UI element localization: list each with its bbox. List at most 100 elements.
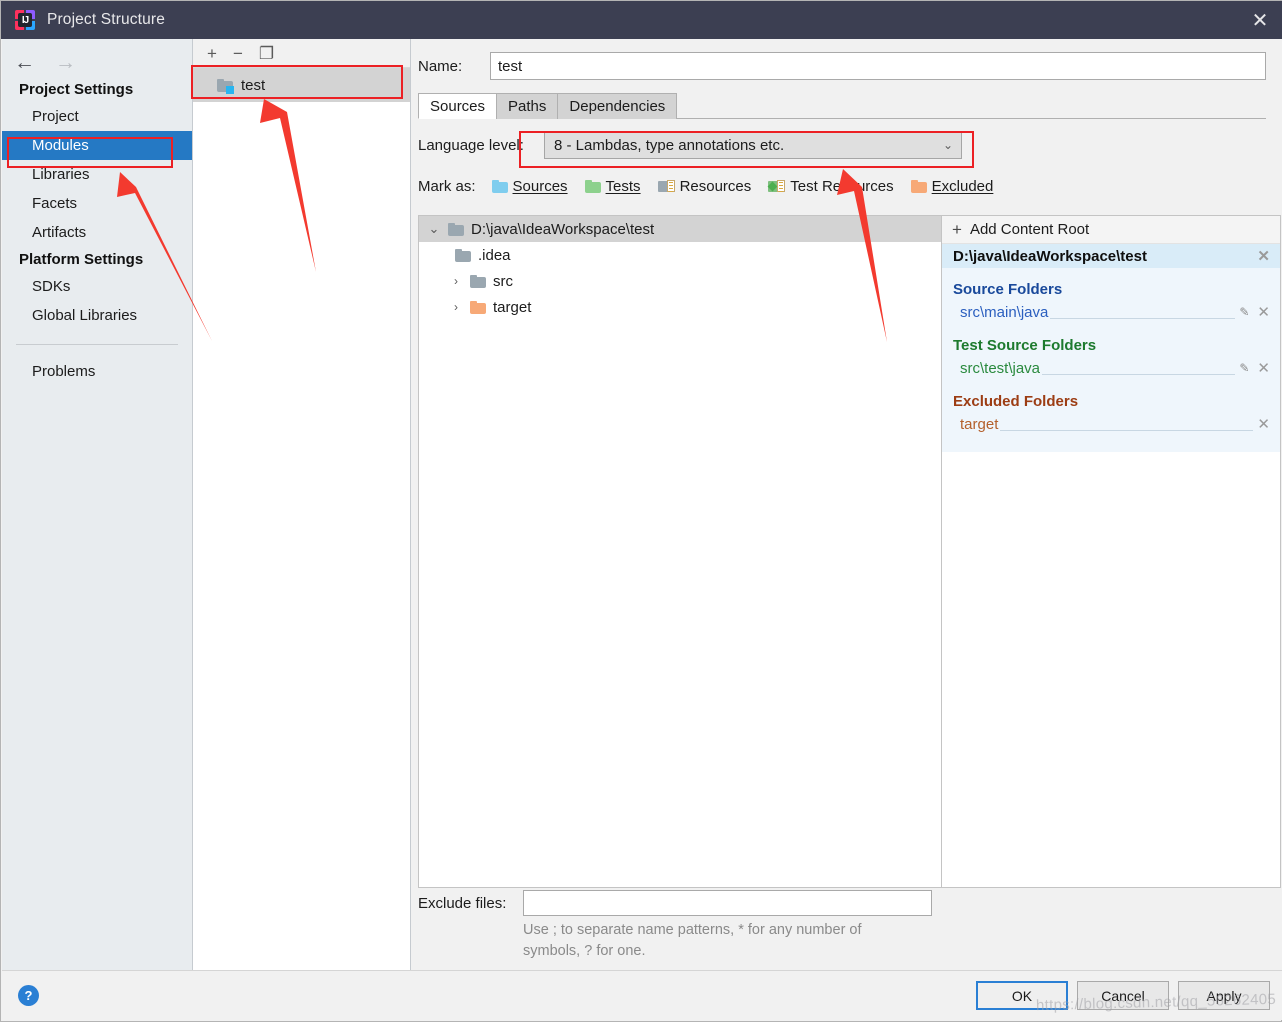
remove-content-root-icon[interactable]: ✕ xyxy=(1257,247,1270,265)
tree-row[interactable]: › src xyxy=(419,268,941,294)
sidebar-item-libraries[interactable]: Libraries xyxy=(2,160,192,189)
sidebar-group-project-settings: Project Settings xyxy=(19,81,134,98)
tree-row-label: src xyxy=(493,272,513,290)
mark-as-excluded-button[interactable]: Excluded xyxy=(910,177,994,195)
folder-gray-icon xyxy=(470,274,486,288)
edit-pencil-icon[interactable]: ✎ xyxy=(1239,305,1249,319)
sources-panes: ⌄ D:\java\IdeaWorkspace\test .idea › src… xyxy=(418,215,1281,888)
module-name-row: Name: xyxy=(411,39,1282,93)
module-name-label: Name: xyxy=(418,57,463,75)
sidebar-item-global-libraries[interactable]: Global Libraries xyxy=(2,301,192,330)
modules-list-panel: + − ❐ test xyxy=(193,39,411,972)
test-source-folders-title: Test Source Folders xyxy=(953,337,1097,354)
language-level-row: Language level: 8 - Lambdas, type annota… xyxy=(411,119,1282,171)
chevron-down-icon: ⌄ xyxy=(942,138,953,152)
exclude-files-label: Exclude files: xyxy=(418,894,507,912)
exclude-files-input[interactable] xyxy=(523,890,932,916)
remove-excluded-folder-icon[interactable]: ✕ xyxy=(1257,415,1270,433)
module-editor: Name: Sources Paths Dependencies Languag… xyxy=(411,39,1282,972)
folder-underline xyxy=(1042,374,1236,375)
chevron-right-icon[interactable]: › xyxy=(449,300,463,314)
exclude-files-row: Exclude files: xyxy=(418,888,942,918)
folder-blue-icon xyxy=(491,179,508,193)
module-list-item-label: test xyxy=(241,76,266,94)
content-roots-panel: + Add Content Root D:\java\IdeaWorkspace… xyxy=(942,215,1281,888)
source-folder-row[interactable]: src\main\java ✎ ✕ xyxy=(942,300,1280,324)
exclude-files-hint: Use ; to separate name patterns, * for a… xyxy=(523,922,862,959)
source-folder-path: src\main\java xyxy=(960,303,1049,321)
tab-sources[interactable]: Sources xyxy=(418,93,498,119)
folder-orange-icon xyxy=(910,179,927,193)
forward-arrow-icon[interactable]: → xyxy=(55,52,76,73)
mark-as-test-resources-button[interactable]: Test Resources xyxy=(767,177,894,195)
test-resources-icon xyxy=(767,179,786,193)
mark-as-tests-label: Tests xyxy=(605,177,641,195)
remove-module-icon[interactable]: − xyxy=(233,45,243,62)
tree-row[interactable]: .idea xyxy=(419,242,941,268)
chevron-down-icon[interactable]: ⌄ xyxy=(427,221,441,237)
mark-as-resources-button[interactable]: Resources xyxy=(657,177,752,195)
excluded-folder-row[interactable]: target ✕ xyxy=(942,412,1280,436)
tab-paths[interactable]: Paths xyxy=(496,93,559,119)
tab-filler xyxy=(676,118,1282,119)
back-arrow-icon[interactable]: ← xyxy=(14,52,35,73)
mark-as-test-resources-label: Test Resources xyxy=(790,177,894,195)
module-list-item-test[interactable]: test xyxy=(193,68,410,102)
sidebar-group-platform-settings: Platform Settings xyxy=(19,251,144,268)
help-icon[interactable]: ? xyxy=(18,985,39,1006)
tree-row-label: target xyxy=(493,298,532,316)
folder-gray-icon xyxy=(448,222,464,236)
content-root-block: D:\java\IdeaWorkspace\test ✕ Source Fold… xyxy=(942,244,1280,452)
sidebar-item-artifacts[interactable]: Artifacts xyxy=(2,218,192,247)
exclude-files-section: Exclude files: Use ; to separate name pa… xyxy=(418,888,942,966)
mark-as-row: Mark as: Sources Tests Resources Test Re… xyxy=(411,171,1282,201)
sidebar-divider xyxy=(16,344,178,345)
language-level-dropdown[interactable]: 8 - Lambdas, type annotations etc. ⌄ xyxy=(544,131,962,159)
remove-source-folder-icon[interactable]: ✕ xyxy=(1257,303,1270,321)
mark-as-tests-button[interactable]: Tests xyxy=(584,177,641,195)
tree-row-label: .idea xyxy=(478,246,511,264)
language-level-value: 8 - Lambdas, type annotations etc. xyxy=(554,136,785,154)
module-name-input[interactable] xyxy=(490,52,1266,80)
mark-as-resources-label: Resources xyxy=(679,177,752,195)
project-structure-dialog: IJ Project Structure ✕ ← → Project Setti… xyxy=(0,0,1282,1022)
test-source-folder-path: src\test\java xyxy=(960,359,1041,377)
content-root-header: D:\java\IdeaWorkspace\test ✕ xyxy=(942,244,1280,268)
resources-icon xyxy=(657,179,675,193)
sidebar-item-facets[interactable]: Facets xyxy=(2,189,192,218)
sidebar-item-modules[interactable]: Modules xyxy=(2,131,192,160)
folder-underline xyxy=(1000,430,1254,431)
chevron-right-icon[interactable]: › xyxy=(449,274,463,288)
tree-row[interactable]: › target xyxy=(419,294,941,320)
folder-orange-icon xyxy=(470,300,486,314)
copy-module-icon[interactable]: ❐ xyxy=(259,45,274,62)
remove-test-source-folder-icon[interactable]: ✕ xyxy=(1257,359,1270,377)
editor-tabs: Sources Paths Dependencies xyxy=(418,93,1282,119)
test-source-folder-row[interactable]: src\test\java ✎ ✕ xyxy=(942,356,1280,380)
add-content-root-button[interactable]: + Add Content Root xyxy=(942,216,1280,244)
plus-icon: + xyxy=(952,220,962,239)
sidebar-item-sdks[interactable]: SDKs xyxy=(2,272,192,301)
intellij-logo-icon: IJ xyxy=(15,10,35,30)
mark-as-excluded-label: Excluded xyxy=(931,177,994,195)
modules-toolbar: + − ❐ xyxy=(193,39,410,68)
tab-dependencies[interactable]: Dependencies xyxy=(557,93,678,119)
settings-sidebar: ← → Project Settings Project Modules Lib… xyxy=(2,39,193,972)
title-bar: IJ Project Structure ✕ xyxy=(1,1,1282,39)
folder-underline xyxy=(1050,318,1236,319)
add-content-root-label: Add Content Root xyxy=(969,221,1090,238)
mark-as-sources-label: Sources xyxy=(512,177,568,195)
tree-row[interactable]: ⌄ D:\java\IdeaWorkspace\test xyxy=(419,216,941,242)
sidebar-item-project[interactable]: Project xyxy=(2,102,192,131)
folder-green-icon xyxy=(584,179,601,193)
source-folders-title: Source Folders xyxy=(953,281,1063,298)
tree-row-label: D:\java\IdeaWorkspace\test xyxy=(471,220,655,238)
edit-pencil-icon[interactable]: ✎ xyxy=(1239,361,1249,375)
add-module-icon[interactable]: + xyxy=(207,45,217,62)
sidebar-item-problems[interactable]: Problems xyxy=(2,357,192,386)
content-tree: ⌄ D:\java\IdeaWorkspace\test .idea › src… xyxy=(418,215,942,888)
close-icon[interactable]: ✕ xyxy=(1237,1,1282,39)
module-folder-icon xyxy=(217,78,234,94)
mark-as-sources-button[interactable]: Sources xyxy=(491,177,568,195)
folder-gray-icon xyxy=(455,248,471,262)
